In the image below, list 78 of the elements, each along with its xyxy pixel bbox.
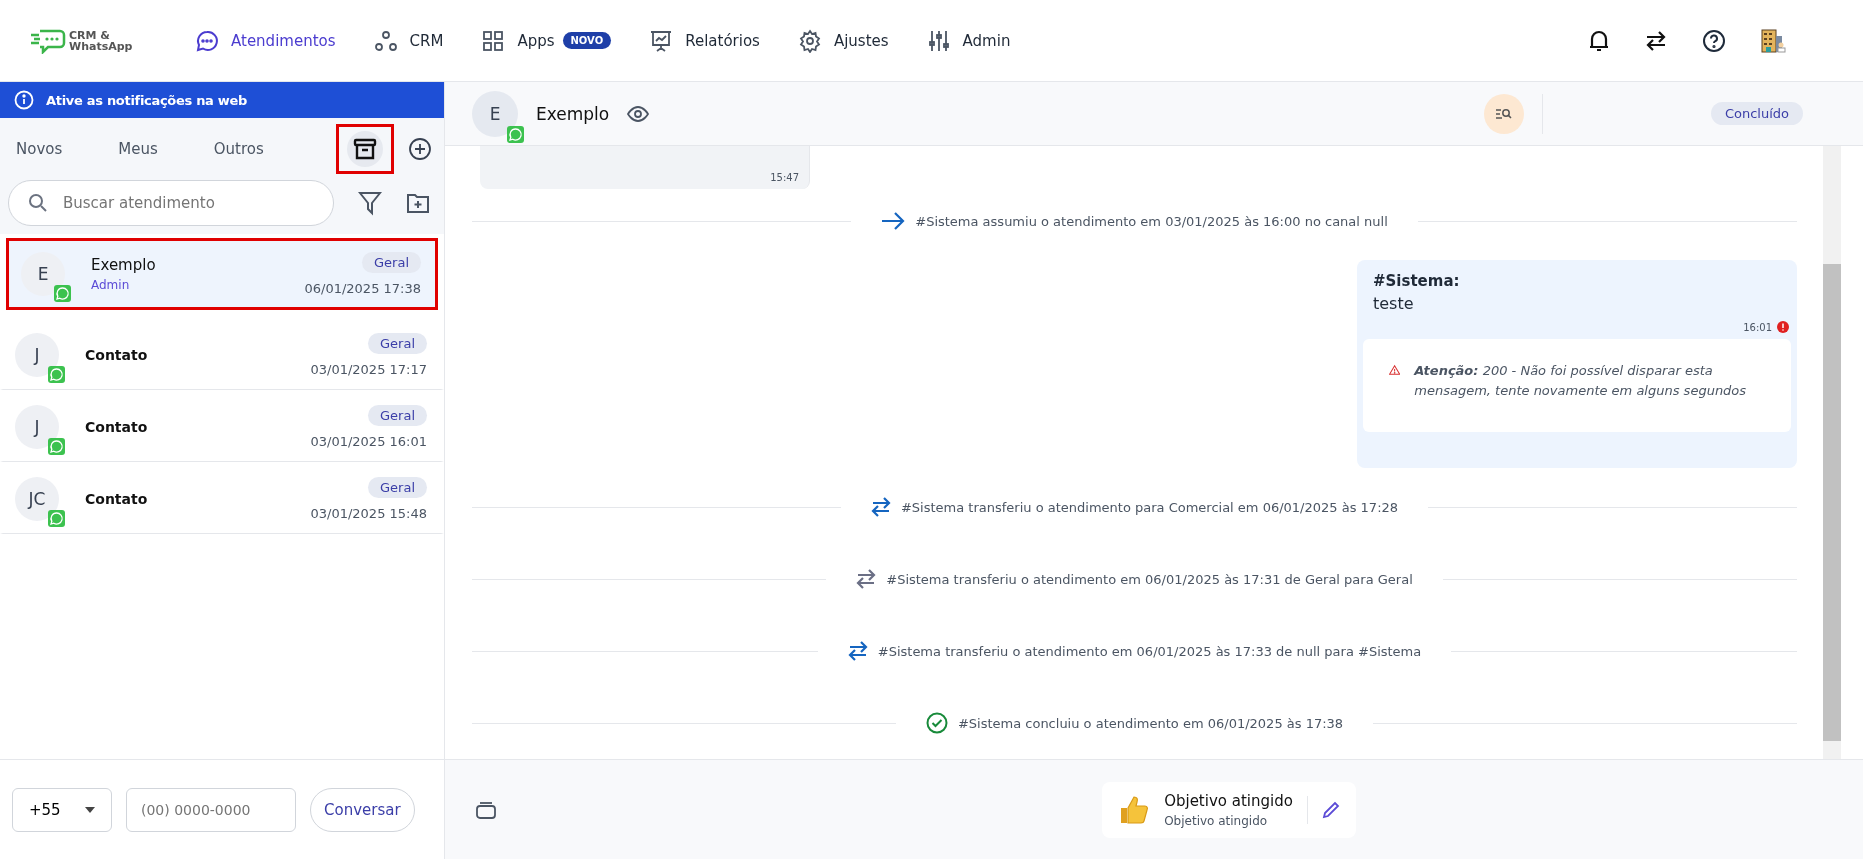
- warning-text: Atenção: 200 - Não foi possível disparar esta mensagem, tente novamente em alguns segundos: [1414, 362, 1748, 400]
- nav-item[interactable]: CRM: [373, 28, 444, 53]
- list-search-icon: [1494, 106, 1513, 121]
- notification-banner[interactable]: Ative as notificações na web: [0, 82, 444, 118]
- scrollbar[interactable]: [1823, 146, 1841, 759]
- message-time: 15:47: [770, 172, 799, 183]
- contact-name: Contato: [85, 347, 149, 363]
- start-chat-button[interactable]: Conversar: [310, 787, 415, 832]
- agent-name: Admin: [91, 278, 131, 292]
- event-text: #Sistema transferiu o atendimento em 06/01/2025 às 17:33 de null para #Sistema: [877, 643, 1422, 659]
- conversation-datetime: 03/01/2025 16:01: [310, 434, 427, 449]
- notification-bell-icon[interactable]: [1588, 28, 1610, 53]
- outcome-title: Objetivo atingido: [1164, 791, 1293, 810]
- queue-tag: Geral: [368, 477, 427, 498]
- thumbs-up-icon: [1118, 793, 1151, 826]
- message-time: 16:01: [1743, 321, 1772, 333]
- edit-pencil-icon[interactable]: [1321, 800, 1340, 819]
- dropdown-caret-icon: [85, 806, 95, 813]
- tab[interactable]: Outros: [205, 134, 272, 164]
- queue-tag: Geral: [368, 333, 427, 354]
- conversation-item[interactable]: JC Contato Geral 03/01/2025 15:48: [0, 462, 444, 534]
- phone-input[interactable]: (00) 0000-0000: [126, 787, 296, 832]
- contact-name: Exemplo: [91, 256, 157, 274]
- new-badge: NOVO: [562, 32, 612, 49]
- conversation-item[interactable]: J Contato Geral 03/01/2025 16:01: [0, 390, 444, 462]
- search-messages-button[interactable]: [1483, 93, 1524, 134]
- queue-tag: Geral: [362, 252, 421, 273]
- event-text: #Sistema concluiu o atendimento em 06/01/2025 às 17:38: [957, 715, 1344, 731]
- eye-icon[interactable]: [627, 105, 650, 122]
- conversation-datetime: 06/01/2025 17:38: [304, 281, 421, 296]
- settings-icon: [797, 28, 822, 53]
- conversation-datetime: 03/01/2025 17:17: [310, 362, 427, 377]
- whatsapp-icon: [48, 510, 65, 527]
- outcome-subtitle: Objetivo atingido: [1164, 813, 1269, 828]
- office-building-icon[interactable]: [1760, 27, 1786, 54]
- conversation-item[interactable]: E Exemplo Admin Geral 06/01/2025 17:38: [6, 238, 438, 310]
- help-icon[interactable]: [1702, 28, 1726, 53]
- banner-text: Ative as notificações na web: [46, 92, 248, 108]
- info-icon: [14, 90, 34, 110]
- event-text: #Sistema transferiu o atendimento em 06/01/2025 às 17:31 de Geral para Geral: [886, 571, 1413, 587]
- nav-item[interactable]: Relatórios: [649, 28, 760, 53]
- chat-bubble-logo-icon: [30, 27, 66, 54]
- logo-text: CRM & WhatsApp: [69, 29, 133, 52]
- event-text: #Sistema assumiu o atendimento em 03/01/2025 às 16:00 no canal null: [915, 213, 1388, 229]
- conversation-datetime: 03/01/2025 15:48: [310, 506, 427, 521]
- search-field[interactable]: Buscar atendimento: [8, 180, 334, 226]
- queue-tag: Geral: [368, 405, 427, 426]
- tab[interactable]: Meus: [110, 134, 166, 164]
- grid-icon: [481, 28, 506, 53]
- swap-arrows-icon[interactable]: [1644, 28, 1668, 53]
- whatsapp-icon: [48, 438, 65, 455]
- presentation-chart-icon: [649, 28, 674, 53]
- nav-item[interactable]: Atendimentos: [195, 28, 336, 53]
- folder-plus-icon[interactable]: [406, 192, 430, 214]
- contact-name: Exemplo: [536, 103, 610, 124]
- event-text: #Sistema transferiu o atendimento para Comercial em 06/01/2025 às 17:28: [900, 499, 1399, 515]
- whatsapp-icon: [507, 125, 524, 143]
- country-code-select[interactable]: +55: [12, 787, 112, 832]
- tab[interactable]: Novos: [8, 134, 71, 164]
- stack-icon[interactable]: [475, 799, 497, 820]
- nav-item[interactable]: Admin: [926, 28, 1011, 53]
- sliders-icon: [926, 28, 951, 53]
- status-badge: Concluído: [1710, 102, 1803, 125]
- message-text: teste: [1372, 293, 1415, 313]
- message-author: #Sistema:: [1372, 272, 1461, 290]
- whatsapp-icon: [54, 285, 71, 302]
- nav-item[interactable]: Apps NOVO: [481, 28, 612, 53]
- filter-icon[interactable]: [358, 190, 382, 216]
- archive-button[interactable]: [336, 124, 394, 174]
- archive-box-icon: [353, 138, 377, 160]
- whatsapp-icon: [48, 366, 65, 383]
- circles-icon: [373, 28, 398, 53]
- conversation-item[interactable]: J Contato Geral 03/01/2025 17:17: [0, 318, 444, 390]
- nav-item[interactable]: Ajustes: [797, 28, 889, 53]
- contact-name: Contato: [85, 419, 149, 435]
- contact-name: Contato: [85, 491, 149, 507]
- add-circle-icon[interactable]: [408, 137, 432, 161]
- chat-bubble-icon: [195, 28, 219, 53]
